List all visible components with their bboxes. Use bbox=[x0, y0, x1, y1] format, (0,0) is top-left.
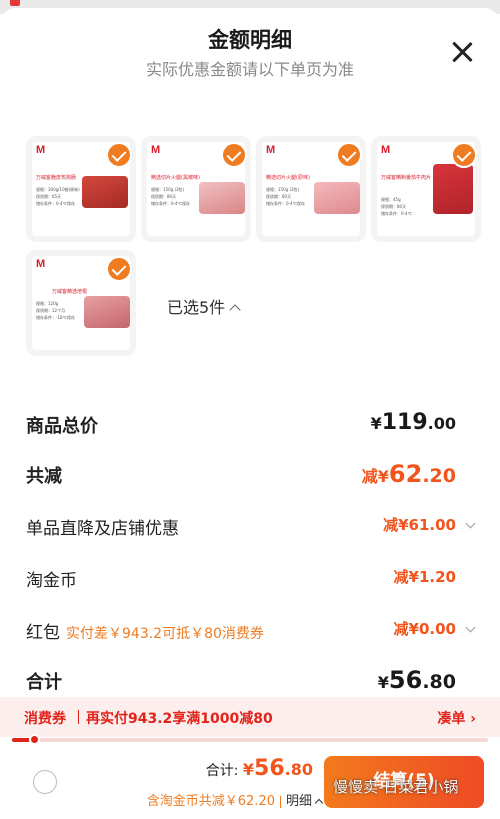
gold-coin-value: 减¥1.20 bbox=[393, 568, 456, 586]
brand-logo: M bbox=[36, 144, 46, 156]
direct-discount-label: 单品直降及店铺优惠 bbox=[26, 519, 179, 539]
add-items-link[interactable]: 凑单 › bbox=[437, 708, 476, 728]
footer-detail-line[interactable]: 含淘金币共减￥62.20 明细 bbox=[146, 790, 324, 809]
product-photo bbox=[433, 164, 473, 214]
sheet-subtitle: 实际优惠金额请以下单页为准 bbox=[145, 60, 354, 79]
footer-total: 合计: ¥56.80 bbox=[206, 756, 313, 781]
coupon-tag: 消费券 bbox=[24, 711, 66, 727]
product-thumb-4[interactable]: M 万威客精制番茄牛肉片 规格：45g 保质期：80天 储存条件：0-4℃ bbox=[371, 136, 481, 242]
selected-check-icon[interactable] bbox=[336, 142, 362, 168]
detail-toggle[interactable]: 明细 bbox=[286, 794, 312, 809]
chevron-down-icon[interactable] bbox=[465, 622, 476, 633]
goods-total-row: 商品总价 ¥119.00 bbox=[26, 410, 476, 442]
chevron-up-icon bbox=[229, 303, 241, 316]
selected-check-icon[interactable] bbox=[106, 142, 132, 168]
brand-logo: M bbox=[151, 144, 161, 156]
coupon-promo-bar: 消费券 再实付943.2享满1000减80 凑单 › bbox=[0, 697, 500, 737]
product-thumb-5[interactable]: M 万威客精选培根 规格：120g 保质期：12个月 储存条件：-18℃保存 bbox=[26, 250, 136, 356]
footer-total-amount: ¥56.80 bbox=[242, 756, 313, 781]
total-discount-row: 共减 减¥62.20 bbox=[26, 460, 476, 492]
goods-total-value: ¥119.00 bbox=[370, 410, 456, 435]
selected-count-toggle[interactable]: 已选5件 bbox=[167, 294, 241, 318]
footer-discount-text: 含淘金币共减￥62.20 bbox=[146, 794, 275, 809]
product-name: 精选切片火腿(原味) bbox=[266, 175, 310, 181]
product-specs: 规格：45g 保质期：80天 储存条件：0-4℃ bbox=[381, 197, 413, 216]
watermark-text: 慢慢卖-日菜君小锅 bbox=[333, 778, 459, 796]
red-packet-hint: 实付差￥943.2可抵￥80消费券 bbox=[66, 626, 264, 642]
product-specs: 规格：120g 保质期：12个月 储存条件：-18℃保存 bbox=[36, 301, 76, 320]
close-icon[interactable] bbox=[448, 38, 476, 66]
product-photo bbox=[199, 182, 245, 214]
product-name: 精选切片火腿(黑椒味) bbox=[151, 175, 200, 181]
product-photo bbox=[314, 182, 360, 214]
background-badge bbox=[10, 0, 20, 6]
total-discount-label: 共减 bbox=[26, 466, 62, 487]
product-specs: 规格：300g/10根(原味) 保质期：65天 储存条件：0-4℃保存 bbox=[36, 187, 80, 206]
product-specs: 规格：150g (3包) 保质期：80天 储存条件：0-4℃保存 bbox=[151, 187, 191, 206]
chevron-up-icon bbox=[314, 798, 324, 807]
subtotal-row: 合计 ¥56.80 bbox=[26, 666, 476, 698]
product-specs: 规格：150g (3包) 保质期：80天 储存条件：0-4℃保存 bbox=[266, 187, 306, 206]
goods-total-label: 商品总价 bbox=[26, 416, 98, 437]
brand-logo: M bbox=[266, 144, 276, 156]
product-thumb-2[interactable]: M 精选切片火腿(黑椒味) 规格：150g (3包) 保质期：80天 储存条件：0-… bbox=[141, 136, 251, 242]
coupon-message: 再实付943.2享满1000减80 bbox=[86, 711, 273, 727]
product-photo bbox=[84, 296, 130, 328]
gold-coin-row: 淘金币 减¥1.20 bbox=[26, 566, 476, 596]
sheet-title: 金额明细 bbox=[208, 28, 292, 52]
product-name: 万威客脆皮热狗肠 bbox=[36, 175, 77, 181]
selected-check-icon[interactable] bbox=[106, 256, 132, 282]
selected-check-icon[interactable] bbox=[451, 142, 477, 168]
select-all-radio[interactable] bbox=[33, 770, 57, 794]
red-packet-row[interactable]: 红包 实付差￥943.2可抵￥80消费券 减¥0.00 bbox=[26, 618, 476, 648]
brand-logo: M bbox=[381, 144, 391, 156]
direct-discount-value: 减¥61.00 bbox=[383, 516, 456, 534]
subtotal-label: 合计 bbox=[26, 672, 62, 693]
direct-discount-row[interactable]: 单品直降及店铺优惠 减¥61.00 bbox=[26, 514, 476, 544]
product-photo bbox=[82, 176, 128, 208]
divider bbox=[78, 710, 79, 724]
subtotal-value: ¥56.80 bbox=[377, 666, 456, 694]
product-thumb-3[interactable]: M 精选切片火腿(原味) 规格：150g (3包) 保质期：80天 储存条件：0-4… bbox=[256, 136, 366, 242]
footer-total-label: 合计: bbox=[205, 763, 239, 779]
selected-count-label: 已选5件 bbox=[167, 298, 226, 317]
product-thumb-1[interactable]: M 万威客脆皮热狗肠 规格：300g/10根(原味) 保质期：65天 储存条件：0-… bbox=[26, 136, 136, 242]
progress-knob bbox=[28, 734, 40, 745]
total-discount-value: 减¥62.20 bbox=[361, 460, 456, 488]
coupon-progress-bar bbox=[12, 734, 488, 745]
chevron-down-icon[interactable] bbox=[465, 518, 476, 529]
brand-logo: M bbox=[36, 258, 46, 270]
product-name: 万威客精制番茄牛肉片 bbox=[381, 175, 432, 181]
red-packet-value: 减¥0.00 bbox=[393, 620, 456, 638]
selected-check-icon[interactable] bbox=[221, 142, 247, 168]
divider bbox=[279, 795, 281, 808]
gold-coin-label: 淘金币 bbox=[26, 571, 77, 591]
red-packet-label: 红包 实付差￥943.2可抵￥80消费券 bbox=[26, 623, 264, 643]
product-name: 万威客精选培根 bbox=[52, 289, 88, 295]
